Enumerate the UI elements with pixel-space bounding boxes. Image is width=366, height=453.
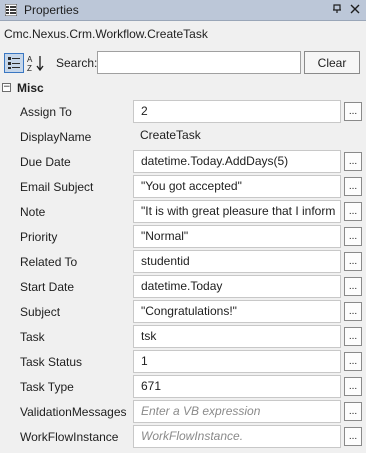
property-row: Related To studentid...: [0, 249, 366, 274]
expression-editor-button[interactable]: ...: [344, 202, 362, 221]
svg-text:Z: Z: [27, 64, 32, 73]
property-row: ValidationMessages Enter a VB expression.…: [0, 399, 366, 424]
title-bar: Properties: [0, 0, 366, 21]
property-row: Task Type 671...: [0, 374, 366, 399]
property-toolbar: A Z Search: Clear: [0, 50, 366, 78]
close-icon[interactable]: [347, 2, 363, 18]
collapse-icon[interactable]: −: [2, 83, 11, 92]
property-name: Email Subject: [20, 180, 94, 194]
property-row: Email Subject "You got accepted"...: [0, 174, 366, 199]
property-rows: Assign To 2... DisplayName CreateTask Due Da…: [0, 99, 366, 449]
property-value-field[interactable]: 1: [133, 350, 341, 373]
expression-editor-button[interactable]: ...: [344, 152, 362, 171]
property-value-field[interactable]: 2: [133, 100, 341, 123]
property-row: Task Status 1...: [0, 349, 366, 374]
property-row: Assign To 2...: [0, 99, 366, 124]
property-name: Assign To: [20, 105, 72, 119]
property-value-field[interactable]: datetime.Today.AddDays(5): [133, 150, 341, 173]
property-value-field[interactable]: studentid: [133, 250, 341, 273]
expression-editor-button[interactable]: ...: [344, 302, 362, 321]
pin-icon[interactable]: [329, 2, 345, 18]
property-row: DisplayName CreateTask: [0, 124, 366, 149]
properties-grid-icon: [4, 3, 18, 17]
category-header-misc[interactable]: − Misc: [0, 79, 366, 99]
property-value-field[interactable]: "You got accepted": [133, 175, 341, 198]
expression-editor-button[interactable]: ...: [344, 427, 362, 446]
property-row: Priority "Normal"...: [0, 224, 366, 249]
property-value-field[interactable]: Enter a VB expression: [133, 400, 341, 423]
expression-editor-button[interactable]: ...: [344, 327, 362, 346]
property-value-field[interactable]: "Normal": [133, 225, 341, 248]
sort-alphabetical-icon[interactable]: A Z: [26, 53, 46, 73]
property-row: Note "It is with great pleasure that I in…: [0, 199, 366, 224]
property-value-field[interactable]: tsk: [133, 325, 341, 348]
svg-text:A: A: [27, 55, 33, 64]
property-grid: − Misc Assign To 2... DisplayName CreateTas…: [0, 79, 366, 453]
expression-editor-button[interactable]: ...: [344, 402, 362, 421]
search-input[interactable]: [97, 51, 301, 74]
property-value-field[interactable]: "It is with great pleasure that I inform: [133, 200, 341, 223]
search-label: Search:: [56, 56, 98, 70]
property-name: DisplayName: [20, 130, 92, 144]
property-row: WorkFlowInstance WorkFlowInstance....: [0, 424, 366, 449]
property-row: Task tsk...: [0, 324, 366, 349]
properties-window: Properties Cmc.Nexus.Crm.Workflow.Create…: [0, 0, 366, 453]
property-value-field[interactable]: 671: [133, 375, 341, 398]
expression-editor-button[interactable]: ...: [344, 177, 362, 196]
property-value-field[interactable]: datetime.Today: [133, 275, 341, 298]
expression-editor-button[interactable]: ...: [344, 252, 362, 271]
property-name: Task Type: [20, 380, 74, 394]
expression-editor-button[interactable]: ...: [344, 102, 362, 121]
property-name: Related To: [20, 255, 78, 269]
property-row: Start Date datetime.Today...: [0, 274, 366, 299]
expression-editor-button[interactable]: ...: [344, 352, 362, 371]
category-label: Misc: [17, 81, 44, 95]
property-name: Subject: [20, 305, 61, 319]
property-name: Priority: [20, 230, 58, 244]
property-name: Task Status: [20, 355, 83, 369]
property-value-field[interactable]: WorkFlowInstance.: [133, 425, 341, 448]
property-value-field: CreateTask: [140, 128, 201, 142]
property-name: Start Date: [20, 280, 75, 294]
property-name: Note: [20, 205, 46, 219]
property-row: Subject "Congratulations!"...: [0, 299, 366, 324]
property-name: Due Date: [20, 155, 71, 169]
property-name: ValidationMessages: [20, 405, 127, 419]
categorized-view-icon[interactable]: [4, 53, 24, 73]
property-row: Due Date datetime.Today.AddDays(5)...: [0, 149, 366, 174]
selected-type-name: Cmc.Nexus.Crm.Workflow.CreateTask: [4, 27, 208, 41]
property-name: WorkFlowInstance: [20, 430, 119, 444]
expression-editor-button[interactable]: ...: [344, 377, 362, 396]
property-value-field[interactable]: "Congratulations!": [133, 300, 341, 323]
property-name: Task: [20, 330, 45, 344]
clear-button[interactable]: Clear: [304, 51, 360, 74]
window-title: Properties: [24, 3, 79, 17]
expression-editor-button[interactable]: ...: [344, 227, 362, 246]
expression-editor-button[interactable]: ...: [344, 277, 362, 296]
